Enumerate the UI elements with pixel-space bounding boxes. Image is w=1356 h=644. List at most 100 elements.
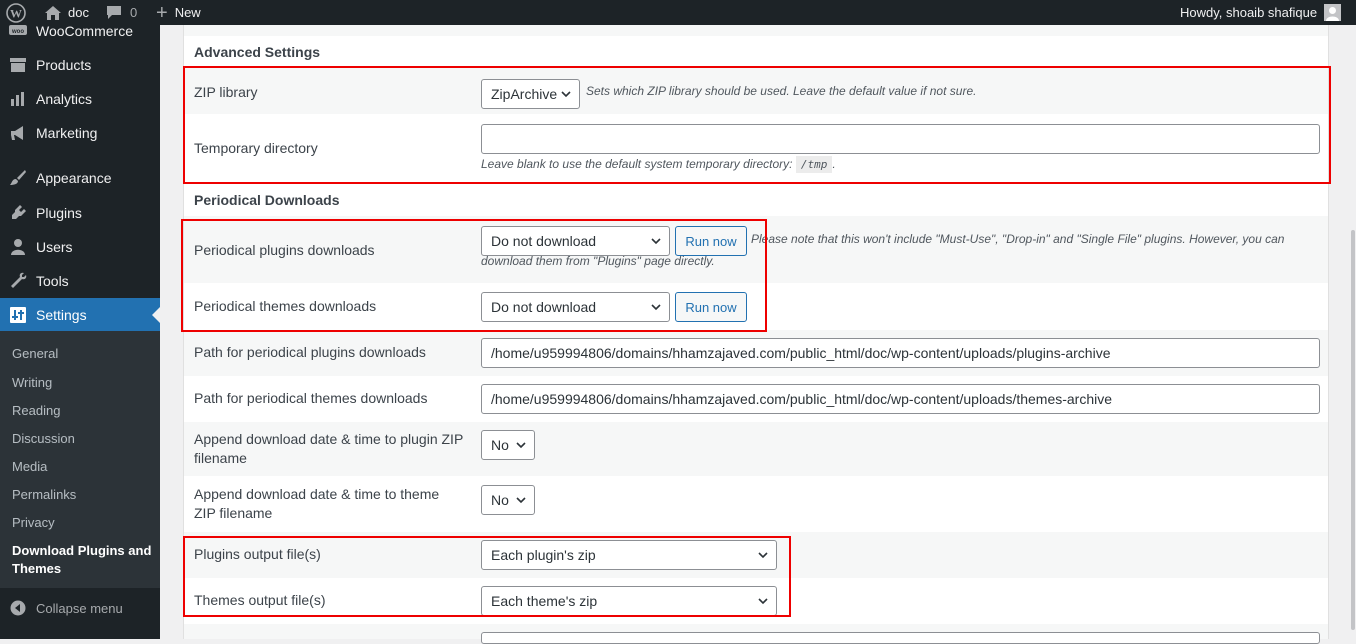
sidebar-item-products[interactable]: Products: [0, 48, 160, 82]
collapse-icon: [0, 600, 36, 616]
temp-desc-code: /tmp: [795, 156, 833, 173]
advanced-settings-title: Advanced Settings: [194, 44, 321, 60]
zip-library-description: Sets which ZIP library should be used. L…: [586, 84, 977, 98]
site-name: doc: [68, 5, 89, 20]
submenu-permalinks[interactable]: Permalinks: [12, 487, 76, 502]
submenu-general[interactable]: General: [12, 346, 58, 361]
row-top-fragment: [184, 25, 1328, 36]
sidebar-item-label: Users: [36, 239, 73, 255]
home-icon: [44, 5, 62, 21]
comments-link[interactable]: 0: [106, 0, 137, 25]
users-icon: [0, 238, 36, 256]
settings-panel: Advanced Settings ZIP library ZipArchive…: [183, 25, 1329, 644]
new-label: New: [174, 5, 201, 20]
next-input-fragment[interactable]: [481, 632, 1320, 644]
new-content-link[interactable]: + New: [156, 0, 201, 25]
plugin-icon: [0, 204, 36, 222]
sidebar-item-label: Tools: [36, 273, 69, 289]
plugins-path-input[interactable]: /home/u959994806/domains/hhamzajaved.com…: [481, 338, 1320, 368]
chevron-down-icon: [758, 598, 768, 605]
sidebar-item-appearance[interactable]: Appearance: [0, 161, 160, 195]
chevron-down-icon: [758, 552, 768, 559]
periodical-plugins-label: Periodical plugins downloads: [194, 242, 375, 258]
themes-output-value: Each theme's zip: [491, 593, 598, 609]
zip-library-value: ZipArchive: [491, 86, 558, 102]
account-menu[interactable]: Howdy, shoaib shafique: [1180, 0, 1342, 25]
sidebar-item-users[interactable]: Users: [0, 230, 160, 264]
plugins-output-select[interactable]: Each plugin's zip: [481, 540, 777, 570]
collapse-label: Collapse menu: [36, 600, 123, 616]
sidebar-item-marketing[interactable]: Marketing: [0, 116, 160, 150]
append-plugin-value: No: [491, 437, 509, 453]
themes-path-label: Path for periodical themes downloads: [194, 390, 428, 406]
plugins-output-label: Plugins output file(s): [194, 546, 321, 562]
periodical-downloads-title: Periodical Downloads: [194, 192, 340, 208]
scrollbar-thumb[interactable]: [1351, 230, 1355, 630]
zip-library-select[interactable]: ZipArchive: [481, 79, 580, 109]
wordpress-logo-icon[interactable]: W: [6, 0, 26, 25]
periodical-themes-label: Periodical themes downloads: [194, 298, 377, 314]
sidebar-item-label: Marketing: [36, 125, 98, 141]
comment-icon: [106, 5, 122, 20]
append-theme-value: No: [491, 492, 509, 508]
settings-submenu: General Writing Reading Discussion Media…: [0, 331, 160, 588]
append-plugin-label: Append download date & time to plugin ZI…: [194, 431, 464, 466]
paintbrush-icon: [0, 169, 36, 187]
chevron-down-icon: [651, 304, 661, 311]
append-theme-select[interactable]: No: [481, 485, 535, 515]
submenu-media[interactable]: Media: [12, 459, 47, 474]
submenu-reading[interactable]: Reading: [12, 403, 60, 418]
append-theme-label: Append download date & time to theme ZIP…: [194, 486, 440, 521]
sidebar-item-label: Settings: [36, 307, 87, 323]
admin-sidebar: woo WooCommerce Products Analytics Marke…: [0, 25, 160, 639]
avatar: [1324, 4, 1342, 21]
svg-text:woo: woo: [11, 29, 24, 35]
chevron-down-icon: [561, 91, 571, 98]
sidebar-item-plugins[interactable]: Plugins: [0, 196, 160, 230]
site-name-link[interactable]: doc: [44, 0, 89, 25]
periodical-themes-select[interactable]: Do not download: [481, 292, 670, 322]
sidebar-item-label: WooCommerce: [36, 25, 133, 39]
woo-icon: woo: [0, 25, 36, 38]
comments-count: 0: [130, 5, 138, 20]
temp-directory-input[interactable]: [481, 124, 1320, 154]
analytics-icon: [0, 91, 36, 107]
sidebar-item-analytics[interactable]: Analytics: [0, 82, 160, 116]
products-icon: [0, 57, 36, 73]
sidebar-item-label: Plugins: [36, 205, 82, 221]
svg-text:W: W: [10, 6, 22, 20]
admin-bar: W doc 0 + New Howdy, shoaib shafique: [0, 0, 1356, 25]
sidebar-item-label: Analytics: [36, 91, 93, 107]
plugins-path-value: /home/u959994806/domains/hhamzajaved.com…: [491, 345, 1111, 361]
submenu-download-plugins-themes[interactable]: Download Plugins and Themes: [12, 542, 152, 578]
current-menu-arrow: [152, 307, 160, 323]
sidebar-item-label: Appearance: [36, 170, 112, 186]
chevron-down-icon: [516, 497, 526, 504]
submenu-privacy[interactable]: Privacy: [12, 515, 55, 530]
temp-directory-label: Temporary directory: [194, 140, 318, 156]
themes-path-value: /home/u959994806/domains/hhamzajaved.com…: [491, 391, 1113, 407]
append-plugin-select[interactable]: No: [481, 430, 535, 460]
plugins-output-value: Each plugin's zip: [491, 547, 596, 563]
sidebar-item-settings[interactable]: Settings: [0, 298, 160, 332]
themes-output-select[interactable]: Each theme's zip: [481, 586, 777, 616]
zip-library-label: ZIP library: [194, 84, 258, 100]
settings-icon: [0, 306, 36, 324]
run-now-themes-button[interactable]: Run now: [675, 292, 747, 322]
collapse-menu-button[interactable]: Collapse menu: [0, 593, 160, 623]
themes-path-input[interactable]: /home/u959994806/domains/hhamzajaved.com…: [481, 384, 1320, 414]
themes-output-label: Themes output file(s): [194, 592, 326, 608]
temp-directory-description: Leave blank to use the default system te…: [481, 153, 836, 176]
submenu-discussion[interactable]: Discussion: [12, 431, 75, 446]
sidebar-item-tools[interactable]: Tools: [0, 264, 160, 298]
plugins-path-label: Path for periodical plugins downloads: [194, 344, 426, 360]
chevron-down-icon: [516, 442, 526, 449]
periodical-themes-value: Do not download: [491, 299, 597, 315]
howdy-text: Howdy, shoaib shafique: [1180, 5, 1318, 20]
sidebar-item-label: Products: [36, 57, 92, 73]
submenu-writing[interactable]: Writing: [12, 375, 52, 390]
wrench-icon: [0, 272, 36, 290]
megaphone-icon: [0, 124, 36, 142]
temp-desc-text: Leave blank to use the default system te…: [481, 157, 793, 171]
sidebar-item-woocommerce[interactable]: woo WooCommerce: [0, 25, 160, 48]
